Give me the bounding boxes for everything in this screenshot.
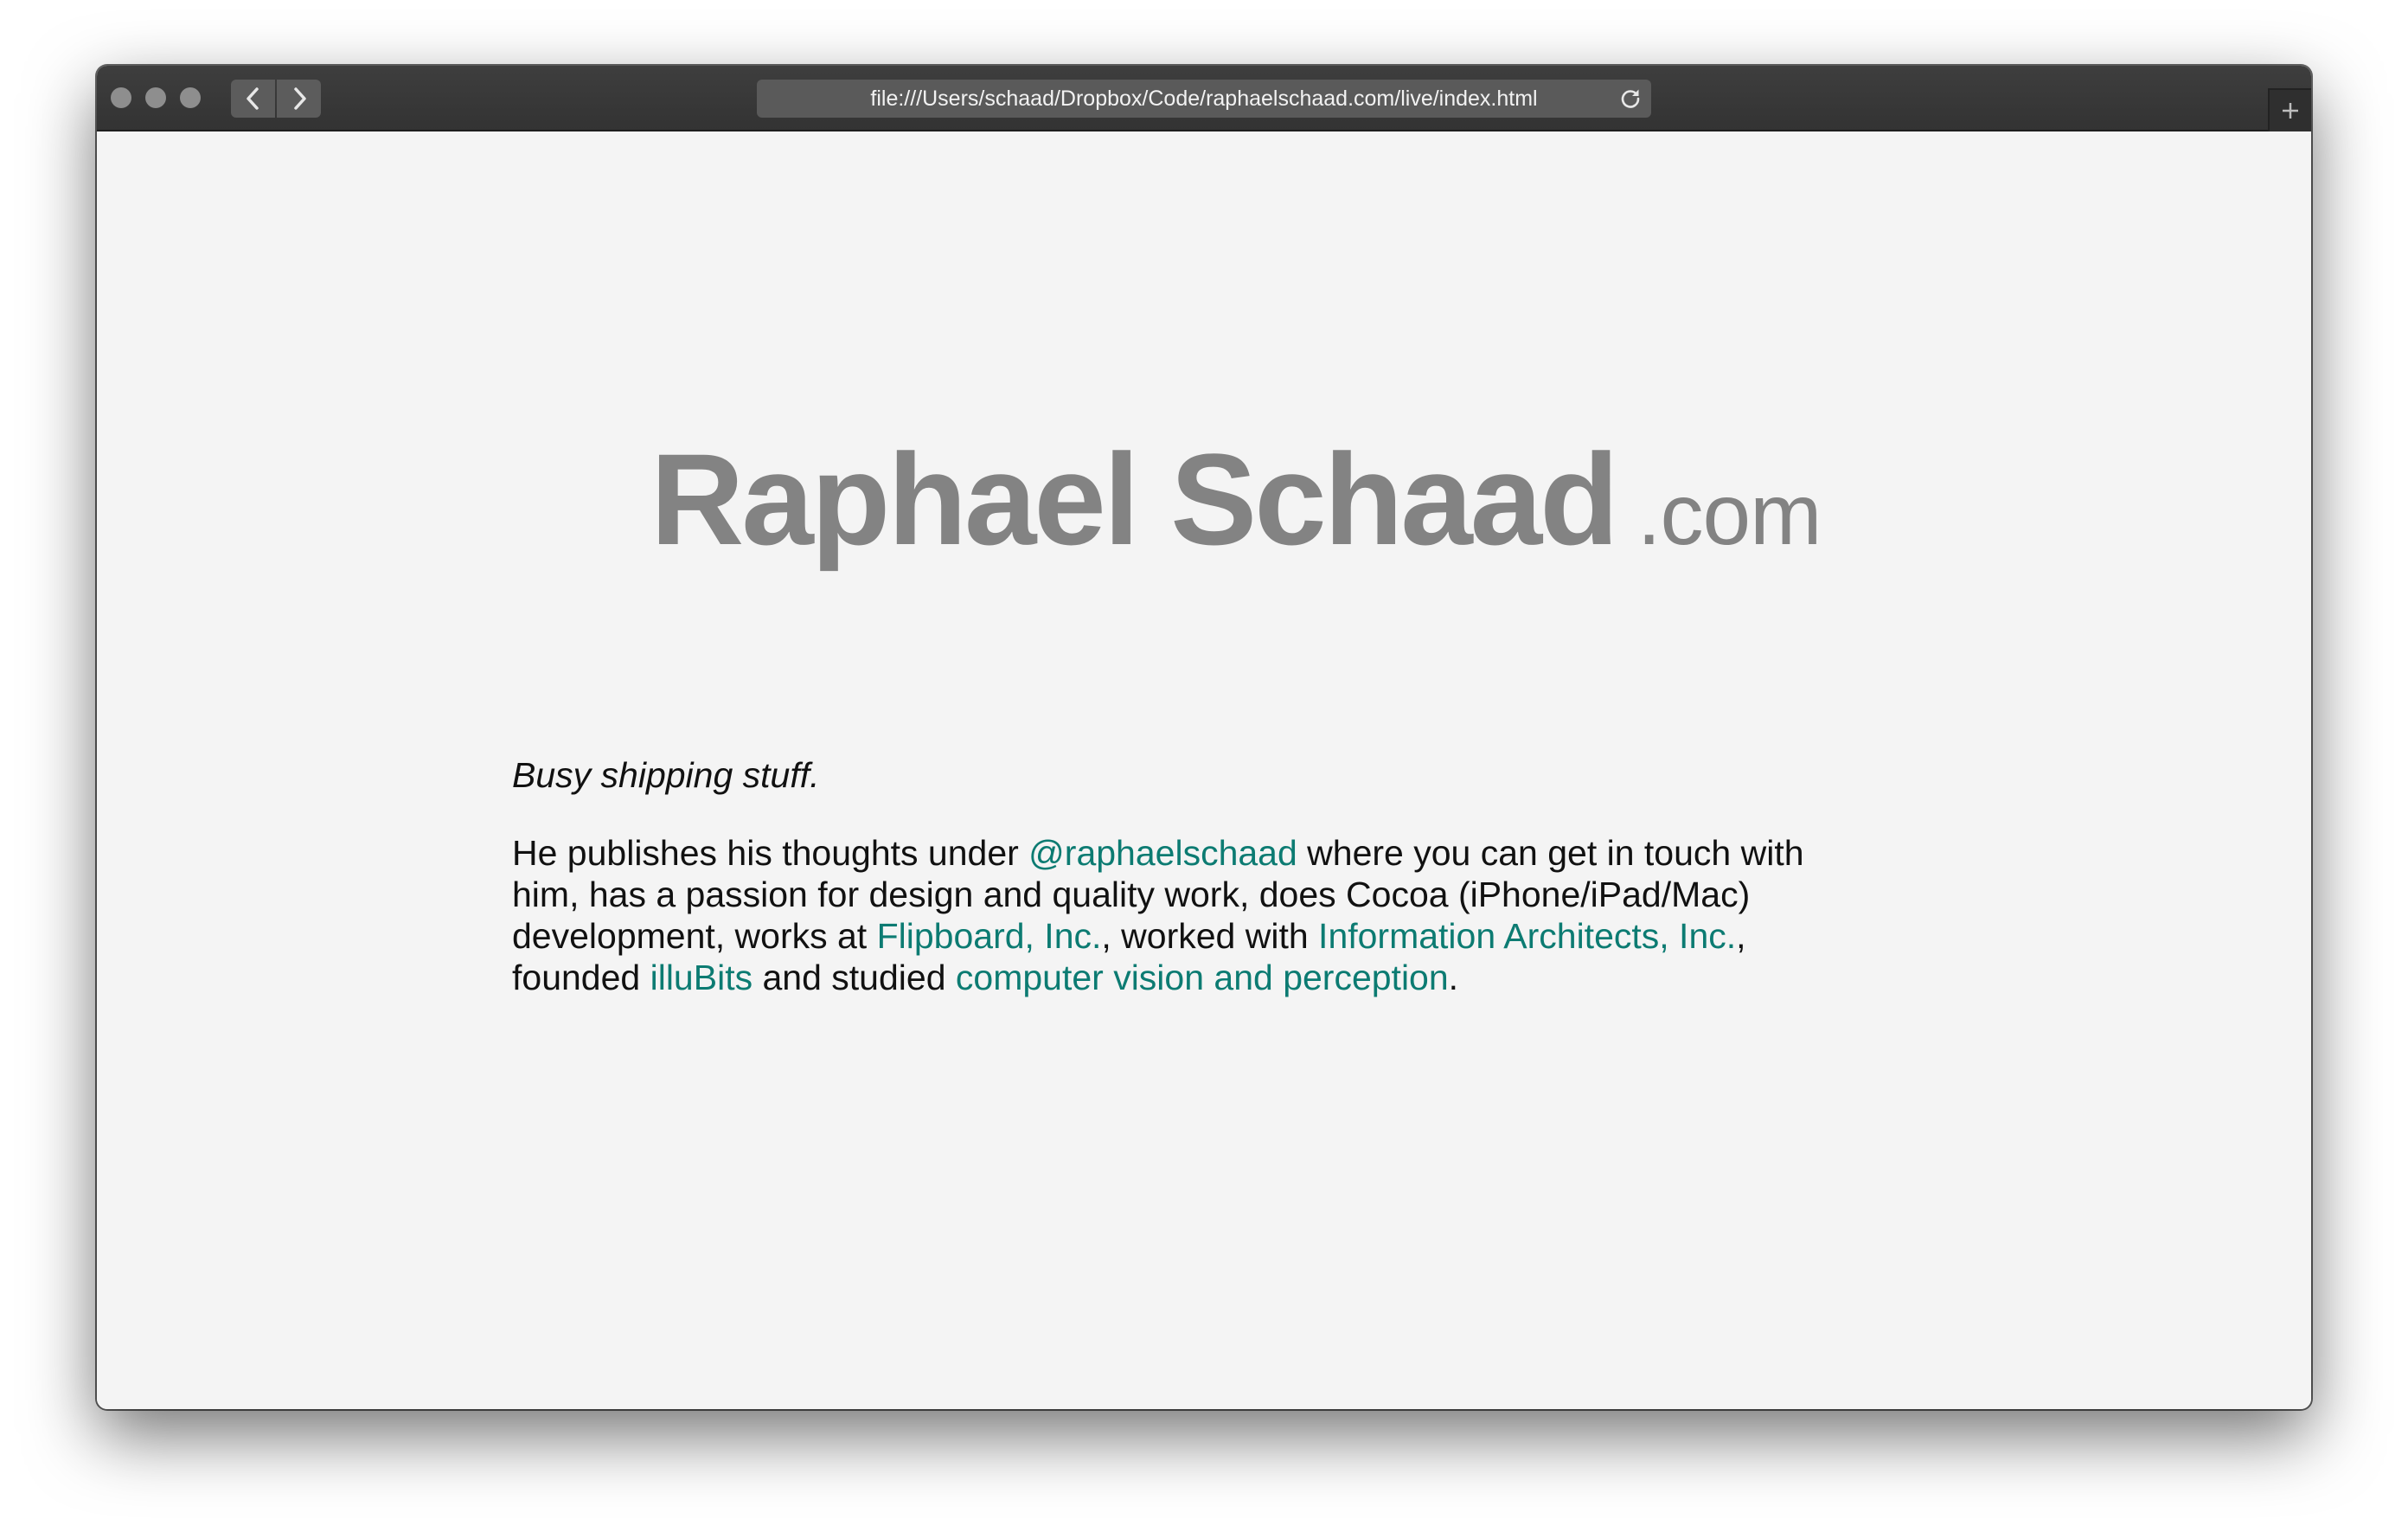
twitter-link[interactable]: @raphaelschaad [1028, 833, 1297, 873]
illubits-link[interactable]: illuBits [650, 958, 752, 997]
chevron-left-icon [246, 87, 259, 110]
browser-toolbar: file:///Users/schaad/Dropbox/Code/raphae… [97, 66, 2311, 131]
site-logo: Raphael Schaad .com [650, 434, 1822, 565]
chevron-right-icon [293, 87, 306, 110]
intro-section: Busy shipping stuff. He publishes his th… [512, 754, 1861, 998]
close-window-button[interactable] [111, 87, 131, 108]
plus-icon [2283, 103, 2298, 119]
page-content: Raphael Schaad .com Busy shipping stuff. … [97, 131, 2311, 1409]
minimize-window-button[interactable] [145, 87, 166, 108]
bio-text: and studied [752, 958, 956, 997]
forward-button[interactable] [277, 80, 321, 118]
reload-icon[interactable] [1618, 87, 1643, 111]
url-text[interactable]: file:///Users/schaad/Dropbox/Code/raphae… [757, 80, 1651, 118]
tagline: Busy shipping stuff. [512, 755, 820, 795]
flipboard-link[interactable]: Flipboard, Inc. [877, 916, 1102, 956]
browser-window: file:///Users/schaad/Dropbox/Code/raphae… [97, 66, 2311, 1409]
logo-name: Raphael Schaad [650, 426, 1619, 572]
address-bar[interactable]: file:///Users/schaad/Dropbox/Code/raphae… [757, 80, 1651, 118]
navigation-buttons [231, 80, 321, 118]
bio-text: He publishes his thoughts under [512, 833, 1029, 873]
logo-tld: .com [1636, 466, 1822, 563]
bio-text: , worked with [1101, 916, 1319, 956]
computer-vision-link[interactable]: computer vision and perception [956, 958, 1449, 997]
back-button[interactable] [231, 80, 275, 118]
information-architects-link[interactable]: Information Architects, Inc. [1318, 916, 1736, 956]
bio-text: . [1448, 958, 1459, 997]
new-tab-button[interactable] [2268, 88, 2311, 131]
zoom-window-button[interactable] [180, 87, 201, 108]
bio-paragraph: He publishes his thoughts under @raphael… [512, 832, 1861, 998]
